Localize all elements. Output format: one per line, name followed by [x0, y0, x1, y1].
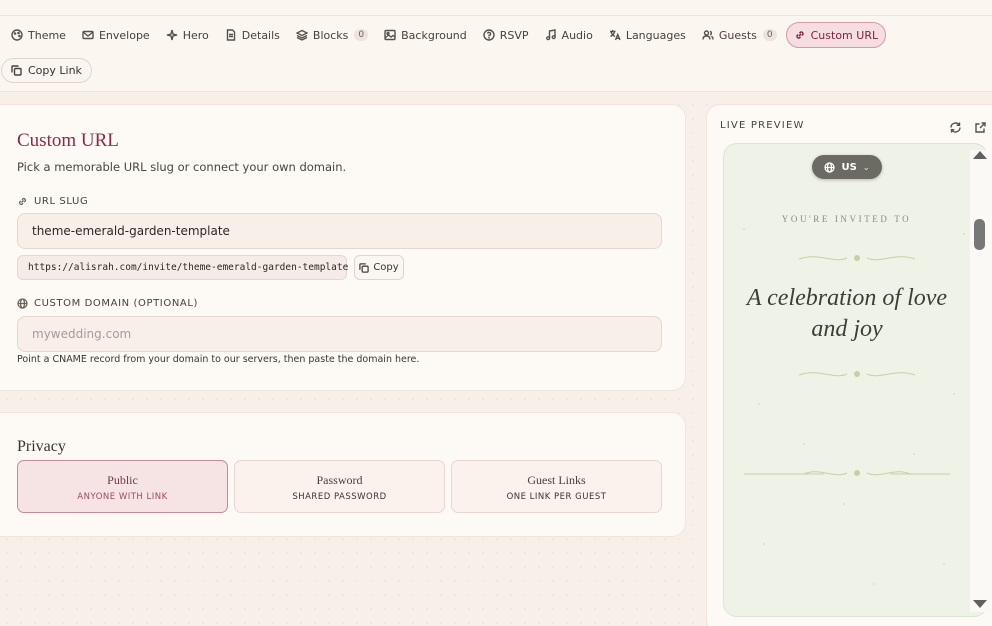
blocks-count-badge: 0 [354, 29, 369, 41]
copy-link-label: Copy Link [28, 64, 82, 77]
image-icon [384, 29, 396, 41]
tab-label: Audio [561, 28, 593, 42]
link-icon [795, 31, 804, 39]
refresh-icon [950, 122, 961, 133]
option-subtitle: ONE LINK PER GUEST [506, 492, 607, 502]
tab-label: Languages [625, 28, 686, 42]
tab-label: Theme [28, 28, 66, 42]
copy-icon [359, 262, 370, 273]
full-url-display: https://alisrah.com/invite/theme-emerald… [17, 255, 348, 280]
privacy-title: Privacy [17, 438, 66, 455]
invitation-headline: A celebration of love and joy [746, 285, 948, 342]
copy-icon [11, 65, 22, 76]
envelope-icon [82, 30, 94, 40]
tab-label: Custom URL [810, 28, 879, 42]
question-circle-icon [483, 29, 495, 41]
privacy-option-public[interactable]: Public ANYONE WITH LINK [17, 460, 228, 513]
url-slug-label: URL SLUG [17, 196, 88, 207]
tab-languages[interactable]: Languages [602, 22, 693, 48]
editor-tabs: Theme Envelope Hero Details Blocks 0 Bac… [4, 22, 888, 48]
privacy-option-password[interactable]: Password SHARED PASSWORD [234, 460, 445, 513]
tab-label: Details [241, 28, 280, 42]
tab-details[interactable]: Details [218, 22, 287, 48]
option-title: Password [316, 473, 363, 487]
custom-domain-input[interactable]: mywedding.com [17, 316, 662, 352]
tab-guests[interactable]: Guests 0 [695, 22, 784, 48]
url-slug-input[interactable]: theme-emerald-garden-template [17, 213, 662, 249]
tab-label: Envelope [98, 28, 150, 42]
scroll-down-arrow[interactable] [973, 600, 987, 608]
open-external-button[interactable] [974, 119, 987, 133]
layers-icon [295, 29, 308, 41]
users-icon [702, 30, 714, 40]
music-note-icon [545, 29, 556, 41]
refresh-preview-button[interactable] [949, 119, 962, 133]
option-subtitle: SHARED PASSWORD [292, 492, 387, 502]
privacy-option-guest-links[interactable]: Guest Links ONE LINK PER GUEST [451, 460, 662, 513]
custom-domain-label: CUSTOM DOMAIN (OPTIONAL) [17, 298, 198, 309]
option-subtitle: ANYONE WITH LINK [77, 492, 168, 502]
globe-icon [824, 161, 836, 173]
tab-label: Hero [182, 28, 209, 42]
toolbar-divider [0, 15, 992, 16]
tab-label: Blocks [312, 28, 349, 42]
tab-audio[interactable]: Audio [538, 22, 600, 48]
section-subtitle: Pick a memorable URL slug or connect you… [17, 160, 347, 174]
link-icon [18, 197, 27, 206]
translate-icon [609, 30, 621, 41]
option-title: Public [107, 473, 138, 487]
palette-icon [11, 29, 23, 41]
language-selector[interactable]: US ⌄ [812, 155, 882, 179]
copy-link-button[interactable]: Copy Link [1, 58, 92, 83]
tab-label: RSVP [499, 28, 529, 42]
tab-rsvp[interactable]: RSVP [476, 22, 536, 48]
external-link-icon [975, 122, 986, 133]
language-code: US [841, 161, 857, 173]
tab-hero[interactable]: Hero [159, 22, 216, 48]
copy-url-button[interactable]: Copy [354, 255, 404, 280]
scrollbar-thumb[interactable] [974, 219, 985, 250]
sparkles-icon [166, 29, 177, 41]
tab-theme[interactable]: Theme [4, 22, 73, 48]
invited-text: YOU'RE INVITED TO [781, 214, 912, 224]
tab-background[interactable]: Background [377, 22, 474, 48]
tab-blocks[interactable]: Blocks 0 [289, 22, 375, 48]
globe-icon [17, 298, 28, 309]
scroll-up-arrow[interactable] [973, 151, 987, 159]
option-title: Guest Links [527, 473, 586, 487]
chevron-down-icon: ⌄ [862, 162, 870, 172]
section-title: Custom URL [17, 130, 119, 151]
live-preview-title: LIVE PREVIEW [720, 120, 805, 131]
tab-label: Background [401, 28, 467, 42]
tab-label: Guests [718, 28, 757, 42]
document-icon [226, 29, 235, 41]
tab-custom-url[interactable]: Custom URL [785, 22, 887, 48]
custom-domain-hint: Point a CNAME record from your domain to… [17, 354, 420, 365]
tab-envelope[interactable]: Envelope [75, 22, 157, 48]
guests-count-badge: 0 [762, 29, 777, 41]
